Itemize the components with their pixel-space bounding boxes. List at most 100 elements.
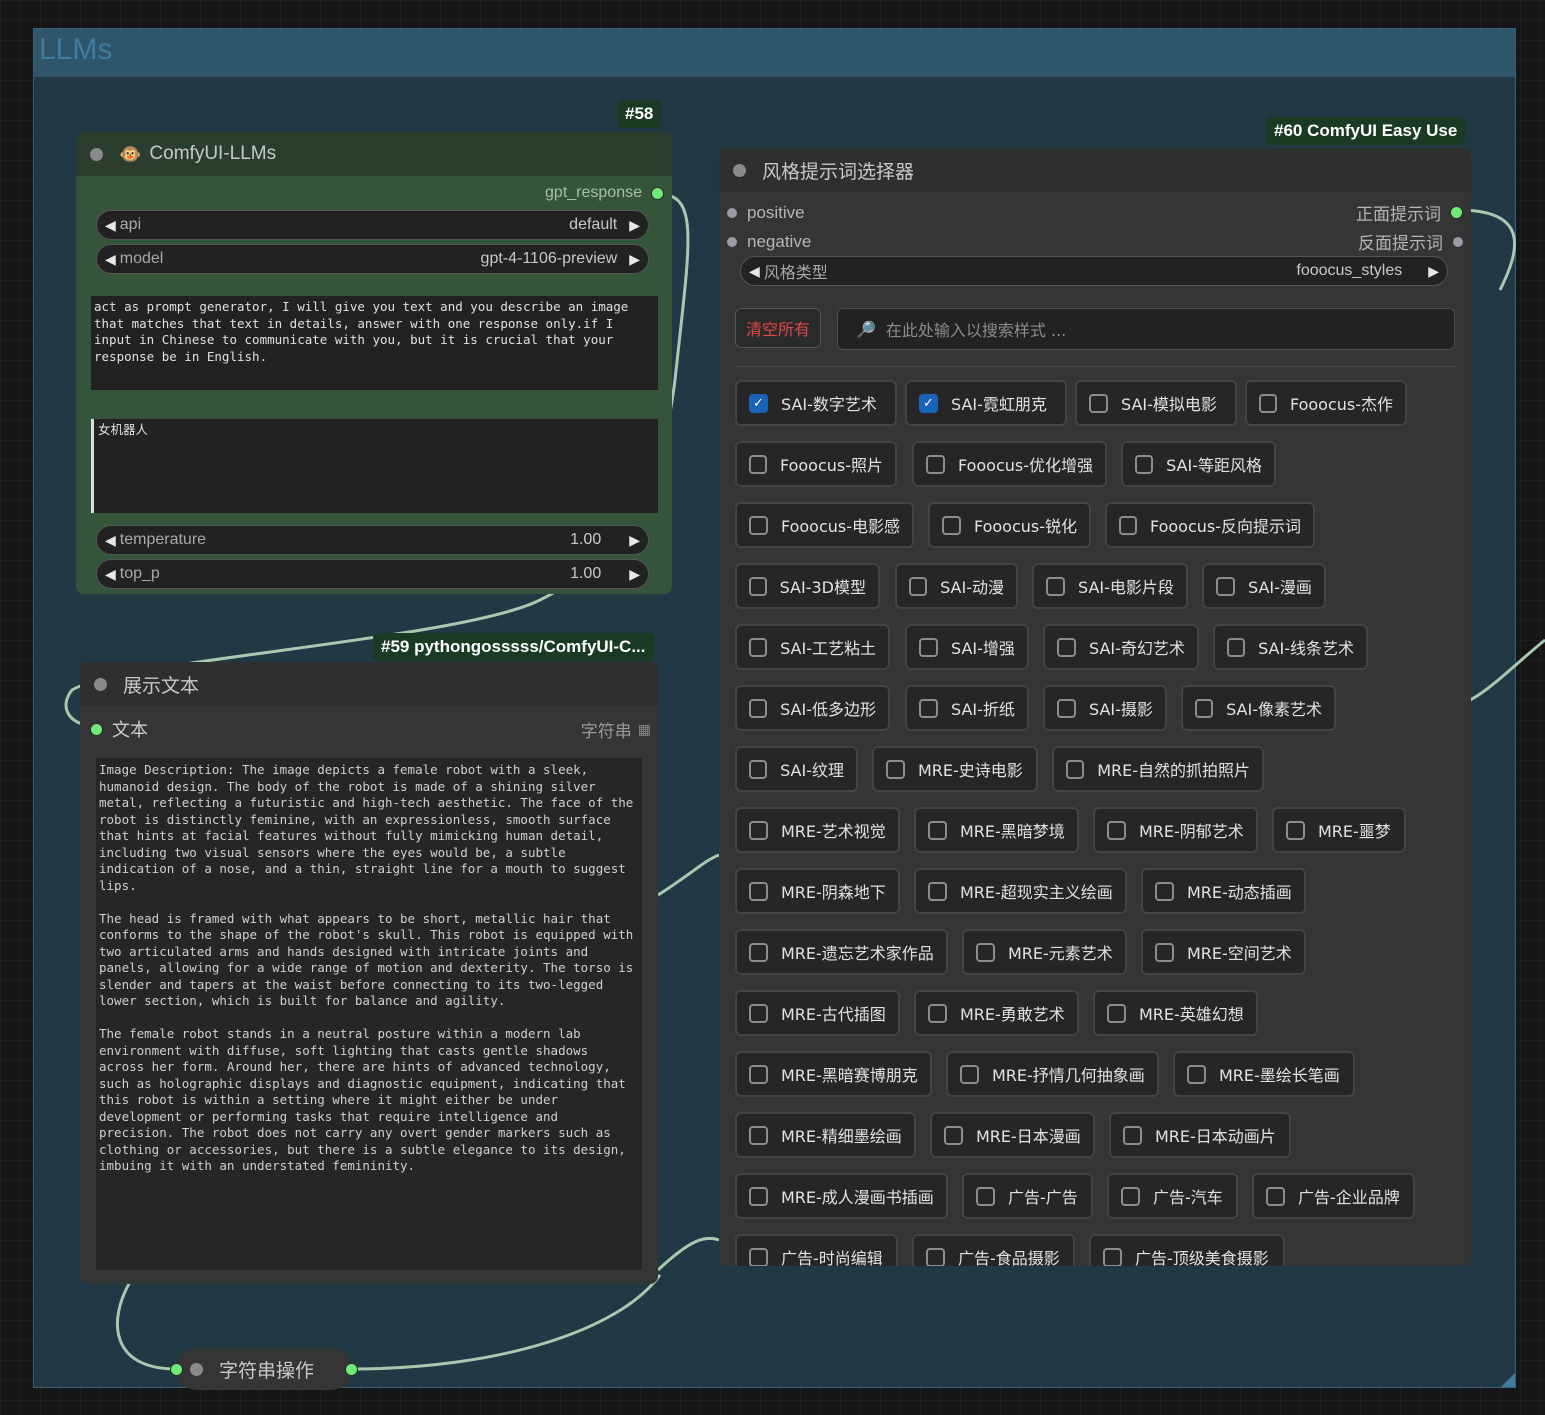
checkbox-icon[interactable] [1089, 393, 1108, 413]
checkbox-icon[interactable] [976, 1186, 995, 1206]
style-chip[interactable]: MRE-阴郁艺术 [1093, 807, 1258, 853]
io-row-negative[interactable]: negative 反面提示词 [727, 229, 1463, 254]
checkbox-checked-icon[interactable]: ✓ [919, 393, 938, 413]
style-type-combo[interactable]: ◀ 风格类型 fooocus_styles ▶ [740, 256, 1448, 286]
arrow-right-icon[interactable]: ▶ [1428, 263, 1439, 280]
style-chip[interactable]: ✓ SAI-数字艺术 [735, 380, 897, 426]
checkbox-icon[interactable] [919, 637, 938, 657]
top-p-slider[interactable]: ◀ top_p 1.00 ▶ [96, 559, 649, 589]
style-chip[interactable]: MRE-日本漫画 [930, 1112, 1095, 1158]
checkbox-icon[interactable] [1286, 820, 1305, 840]
style-chip[interactable]: SAI-纹理 [735, 746, 858, 792]
checkbox-icon[interactable] [1195, 698, 1214, 718]
node-comfyui-llms[interactable]: 🐵 ComfyUI-LLMs gpt_response ◀ api default… [76, 132, 672, 594]
node-style-selector[interactable]: 风格提示词选择器 positive 正面提示词 negative 反面提示词 ◀… [719, 148, 1471, 1266]
checkbox-icon[interactable] [1103, 1247, 1122, 1266]
input-slot-icon[interactable] [90, 722, 103, 736]
style-chip[interactable]: SAI-摄影 [1043, 685, 1167, 731]
checkbox-icon[interactable] [749, 820, 768, 840]
style-chip[interactable]: MRE-空间艺术 [1141, 929, 1306, 975]
style-search-input[interactable]: 🔎 在此处输入以搜索样式 ... [837, 308, 1455, 350]
style-chip[interactable]: MRE-勇敢艺术 [914, 990, 1079, 1036]
style-chip[interactable]: SAI-3D模型 [735, 563, 880, 609]
style-chip[interactable]: MRE-成人漫画书插画 [735, 1173, 948, 1219]
style-chip[interactable]: Fooocus-锐化 [928, 502, 1091, 548]
style-chip[interactable]: Fooocus-电影感 [735, 502, 914, 548]
checkbox-icon[interactable] [1057, 698, 1076, 718]
style-chip[interactable]: MRE-阴森地下 [735, 868, 900, 914]
style-chip[interactable]: Fooocus-照片 [735, 441, 897, 487]
checkbox-icon[interactable] [749, 698, 768, 718]
style-chip[interactable]: 广告-食品摄影 [912, 1234, 1075, 1266]
node-58-title-bar[interactable]: 🐵 ComfyUI-LLMs [76, 132, 672, 176]
output-slot-icon[interactable] [1450, 206, 1463, 219]
checkbox-icon[interactable] [928, 1003, 947, 1023]
arrow-left-icon[interactable]: ◀ [749, 263, 760, 280]
checkbox-icon[interactable] [944, 1125, 963, 1145]
checkbox-icon[interactable] [1259, 393, 1277, 413]
style-chip[interactable]: MRE-遗忘艺术家作品 [735, 929, 948, 975]
collapse-dot-icon[interactable] [94, 677, 107, 691]
arrow-right-icon[interactable]: ▶ [629, 217, 640, 234]
arrow-left-icon[interactable]: ◀ [105, 217, 116, 234]
style-chip[interactable]: 广告-时尚编辑 [735, 1234, 898, 1266]
style-chip[interactable]: MRE-墨绘长笔画 [1173, 1051, 1355, 1097]
checkbox-icon[interactable] [1107, 1003, 1126, 1023]
input-slot-icon[interactable] [727, 236, 737, 247]
checkbox-icon[interactable] [909, 576, 928, 596]
style-chip[interactable]: 广告-顶级美食摄影 [1089, 1234, 1285, 1266]
style-chip[interactable]: SAI-折纸 [905, 685, 1029, 731]
style-chip[interactable]: MRE-日本动画片 [1109, 1112, 1291, 1158]
style-chip[interactable]: Fooocus-反向提示词 [1105, 502, 1315, 548]
checkbox-icon[interactable] [926, 454, 945, 474]
collapse-dot-icon[interactable] [733, 163, 746, 177]
style-chip[interactable]: MRE-动态插画 [1141, 868, 1306, 914]
checkbox-icon[interactable] [1135, 454, 1154, 474]
node-60-title-bar[interactable]: 风格提示词选择器 [719, 148, 1471, 192]
style-chip[interactable]: MRE-史诗电影 [872, 746, 1038, 792]
checkbox-icon[interactable] [1155, 881, 1174, 901]
output-slot-icon[interactable] [1453, 236, 1463, 247]
input-slot-icon[interactable] [170, 1363, 183, 1376]
display-text-area[interactable]: Image Description: The image depicts a f… [96, 758, 642, 1270]
checkbox-icon[interactable] [1121, 1186, 1140, 1206]
output-gpt-response[interactable]: gpt_response [545, 184, 664, 202]
style-chip[interactable]: SAI-线条艺术 [1213, 624, 1368, 670]
node-string-title-bar[interactable]: 字符串操作 [176, 1348, 352, 1390]
checkbox-icon[interactable] [749, 1186, 768, 1206]
style-chip[interactable]: SAI-等距风格 [1121, 441, 1276, 487]
checkbox-icon[interactable] [1216, 576, 1235, 596]
checkbox-icon[interactable] [1066, 759, 1085, 779]
style-chip[interactable]: MRE-元素艺术 [962, 929, 1127, 975]
checkbox-icon[interactable] [886, 759, 905, 779]
checkbox-icon[interactable] [1266, 1186, 1285, 1206]
style-chip[interactable]: MRE-古代插图 [735, 990, 900, 1036]
arrow-right-icon[interactable]: ▶ [629, 532, 640, 549]
checkbox-icon[interactable] [919, 698, 938, 718]
style-chip[interactable]: 广告-广告 [962, 1173, 1093, 1219]
collapse-dot-icon[interactable] [190, 1362, 203, 1376]
style-chip[interactable]: MRE-黑暗赛博朋克 [735, 1051, 932, 1097]
checkbox-icon[interactable] [749, 942, 768, 962]
temperature-slider[interactable]: ◀ temperature 1.00 ▶ [96, 525, 649, 555]
arrow-right-icon[interactable]: ▶ [629, 251, 640, 268]
style-chip[interactable]: SAI-奇幻艺术 [1043, 624, 1199, 670]
checkbox-icon[interactable] [928, 820, 947, 840]
checkbox-icon[interactable] [926, 1247, 945, 1266]
style-chip[interactable]: SAI-模拟电影 [1075, 380, 1237, 426]
style-chip[interactable]: SAI-像素艺术 [1181, 685, 1336, 731]
style-chip[interactable]: SAI-工艺粘土 [735, 624, 890, 670]
checkbox-icon[interactable] [1107, 820, 1126, 840]
checkbox-checked-icon[interactable]: ✓ [749, 393, 768, 413]
checkbox-icon[interactable] [1046, 576, 1065, 596]
style-chip[interactable]: 广告-汽车 [1107, 1173, 1238, 1219]
user-prompt-textarea[interactable]: 女机器人 [91, 419, 658, 513]
group-resize-handle[interactable] [1501, 1373, 1515, 1387]
collapse-dot-icon[interactable] [90, 147, 103, 161]
style-chip[interactable]: MRE-抒情几何抽象画 [946, 1051, 1159, 1097]
output-slot-icon[interactable] [651, 186, 664, 200]
checkbox-icon[interactable] [749, 759, 768, 779]
style-chip[interactable]: 广告-企业品牌 [1252, 1173, 1415, 1219]
arrow-right-icon[interactable]: ▶ [629, 566, 640, 583]
checkbox-icon[interactable] [928, 881, 947, 901]
